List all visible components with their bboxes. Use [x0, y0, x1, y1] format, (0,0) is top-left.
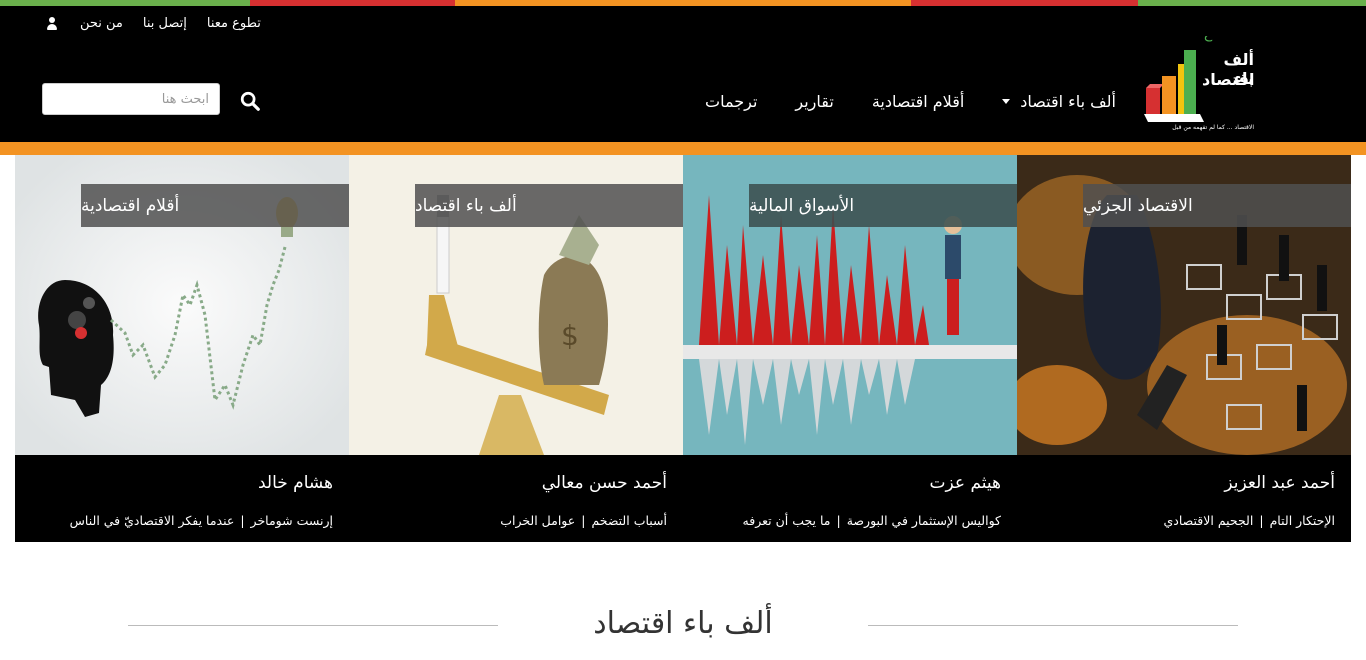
card-author[interactable]: أحمد حسن معالي — [542, 473, 667, 493]
card-category-label[interactable]: ألف باء اقتصاد — [415, 184, 683, 227]
caret-down-icon — [1002, 99, 1011, 104]
card-caption: هيثم عزت كواليس الإستثمار في البورصة|ما … — [683, 455, 1017, 542]
card-link[interactable]: الإحتكار التام — [1270, 513, 1335, 528]
section-title: ألف باء اقتصاد — [593, 606, 773, 641]
svg-text:ع: ع — [1204, 36, 1213, 42]
user-icon[interactable] — [46, 16, 58, 31]
nav-item-translations[interactable]: ترجمات — [705, 92, 757, 111]
card-link[interactable]: الجحيم الاقتصادي — [1164, 513, 1254, 528]
card-author[interactable]: أحمد عبد العزيز — [1224, 473, 1335, 493]
card-author[interactable]: هشام خالد — [258, 473, 333, 493]
search-input[interactable] — [42, 83, 220, 115]
search-icon[interactable] — [238, 90, 262, 112]
about-link[interactable]: من نحن — [80, 16, 123, 31]
card-category-label[interactable]: الاقتصاد الجزئي — [1083, 184, 1351, 227]
card-link[interactable]: ما يجب أن تعرفه — [743, 513, 831, 528]
card-link[interactable]: عندما يفكر الاقتصاديّ في الناس — [70, 513, 235, 528]
card-link[interactable]: كواليس الإستثمار في البورصة — [847, 513, 1001, 528]
header-accent-bar — [0, 142, 1366, 155]
logo-line2: اقتصاد — [1202, 70, 1255, 89]
featured-slider: أقلام اقتصادية هشام خالد إرنست شوماخر|عن… — [15, 155, 1351, 542]
logo-tagline: الاقتصاد ... كما لم تفهمه من قبل — [1172, 124, 1254, 131]
nav-item-label: تقارير — [795, 92, 834, 111]
svg-text:$: $ — [561, 319, 579, 352]
card-links: الإحتكار التام|الجحيم الاقتصادي — [1163, 513, 1336, 528]
card-link[interactable]: إرنست شوماخر — [251, 513, 333, 528]
section-header: ألف باء اقتصاد — [0, 600, 1366, 660]
nav-item-label: أقلام اقتصادية — [871, 92, 965, 111]
site-header: من نحن إتصل بنا تطوع معنا ألف باء اقتصاد… — [0, 6, 1366, 142]
nav-item-alef-baa[interactable]: ألف باء اقتصاد — [1002, 92, 1116, 111]
card-alef-baa[interactable]: $ ألف باء اقتصاد أحمد حسن معالي أسباب ال… — [349, 155, 683, 542]
card-category-label[interactable]: الأسواق المالية — [749, 184, 1017, 227]
contact-link[interactable]: إتصل بنا — [143, 16, 187, 31]
card-links: كواليس الإستثمار في البورصة|ما يجب أن تع… — [742, 513, 1001, 528]
card-category-label[interactable]: أقلام اقتصادية — [81, 184, 349, 227]
nav-item-label: ألف باء اقتصاد — [1020, 92, 1116, 111]
card-links: إرنست شوماخر|عندما يفكر الاقتصاديّ في ال… — [69, 513, 333, 528]
volunteer-link[interactable]: تطوع معنا — [207, 16, 261, 31]
card-author[interactable]: هيثم عزت — [930, 473, 1001, 493]
main-nav: ألف باء اقتصاد أقلام اقتصادية تقارير ترج… — [667, 92, 1116, 111]
card-caption: هشام خالد إرنست شوماخر|عندما يفكر الاقتص… — [15, 455, 349, 542]
card-caption: أحمد عبد العزيز الإحتكار التام|الجحيم ال… — [1017, 455, 1351, 542]
card-economic-pens[interactable]: أقلام اقتصادية هشام خالد إرنست شوماخر|عن… — [15, 155, 349, 542]
top-links: من نحن إتصل بنا تطوع معنا — [46, 16, 281, 31]
nav-item-label: ترجمات — [705, 92, 758, 111]
site-logo[interactable]: ع ألف باء اقتصاد الاقتصاد ... كما لم تفه… — [1142, 26, 1255, 142]
nav-item-reports[interactable]: تقارير — [795, 92, 833, 111]
card-caption: أحمد حسن معالي أسباب التضخم|عوامل الخراب — [349, 455, 683, 542]
card-link[interactable]: أسباب التضخم — [591, 513, 667, 528]
card-links: أسباب التضخم|عوامل الخراب — [500, 513, 667, 528]
card-financial-markets[interactable]: الأسواق المالية هيثم عزت كواليس الإستثما… — [683, 155, 1017, 542]
nav-item-economic-pens[interactable]: أقلام اقتصادية — [872, 92, 964, 111]
card-microeconomics[interactable]: الاقتصاد الجزئي أحمد عبد العزيز الإحتكار… — [1017, 155, 1351, 542]
card-link[interactable]: عوامل الخراب — [500, 513, 575, 528]
